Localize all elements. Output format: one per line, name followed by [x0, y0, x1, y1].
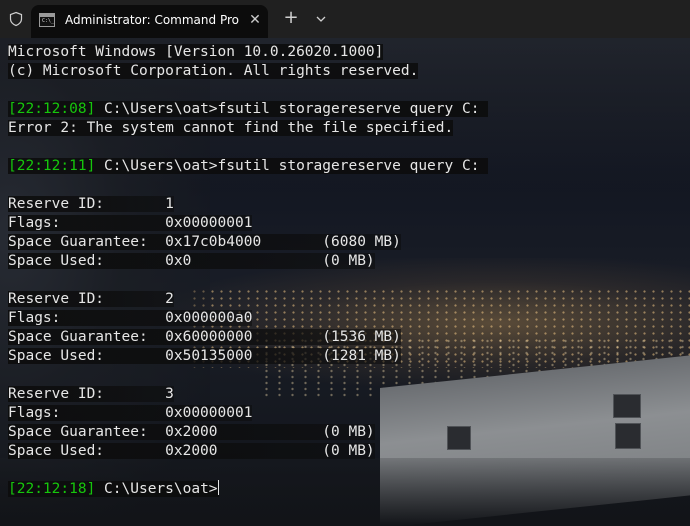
- used-label: Space Used:: [8, 253, 166, 269]
- header-line: (c) Microsoft Corporation. All rights re…: [8, 63, 419, 79]
- reserve-line: Space Guarantee: 0x17c0b4000 (6080 MB): [8, 233, 688, 252]
- reserve-line: Reserve ID: 2: [8, 290, 688, 309]
- reserve-id-label: Reserve ID:: [8, 196, 166, 212]
- command-prompt: C:\Users\oat>fsutil storagereserve query…: [95, 158, 480, 174]
- flags-label: Flags:: [8, 215, 166, 231]
- error-output: Error 2: The system cannot find the file…: [8, 120, 454, 136]
- guarantee-mb: (1536 MB): [322, 329, 401, 345]
- reserve-id-label: Reserve ID:: [8, 291, 166, 307]
- reserve-line: Space Guarantee: 0x60000000 (1536 MB): [8, 328, 688, 347]
- used-value: 0x2000: [165, 443, 323, 459]
- guarantee-value: 0x17c0b4000: [165, 234, 323, 250]
- terminal-line: [22:12:08] C:\Users\oat>fsutil storagere…: [8, 100, 688, 119]
- terminal-line: [22:12:18] C:\Users\oat>: [8, 480, 688, 499]
- command-prompt: C:\Users\oat>fsutil storagereserve query…: [95, 101, 480, 117]
- reserve-line: Space Used: 0x50135000 (1281 MB): [8, 347, 688, 366]
- flags-label: Flags:: [8, 405, 166, 421]
- used-mb: (0 MB): [322, 253, 375, 269]
- terminal-line: (c) Microsoft Corporation. All rights re…: [8, 62, 688, 81]
- reserve-id-value: 2: [165, 291, 174, 307]
- command-timestamp: [22:12:08]: [8, 101, 96, 117]
- used-value: 0x0: [165, 253, 323, 269]
- close-icon[interactable]: ✕: [248, 12, 262, 28]
- reserve-line: Reserve ID: 1: [8, 195, 688, 214]
- command-prompt: C:\Users\oat>: [95, 481, 218, 497]
- terminal-output[interactable]: Microsoft Windows [Version 10.0.26020.10…: [8, 43, 688, 499]
- tab-command-prompt[interactable]: C:\_ Administrator: Command Pro ✕: [31, 5, 268, 38]
- guarantee-mb: (6080 MB): [322, 234, 401, 250]
- flags-value: 0x00000001: [165, 405, 253, 421]
- terminal-line: [22:12:11] C:\Users\oat>fsutil storagere…: [8, 157, 688, 176]
- shield-icon: [9, 11, 23, 27]
- text-cursor: [217, 480, 219, 495]
- chevron-down-icon[interactable]: [311, 9, 331, 29]
- reserve-id-label: Reserve ID:: [8, 386, 166, 402]
- guarantee-value: 0x60000000: [165, 329, 323, 345]
- used-value: 0x50135000: [165, 348, 323, 364]
- used-mb: (1281 MB): [322, 348, 401, 364]
- command-timestamp: [22:12:18]: [8, 481, 96, 497]
- command-timestamp: [22:12:11]: [8, 158, 96, 174]
- used-mb: (0 MB): [322, 443, 375, 459]
- guarantee-value: 0x2000: [165, 424, 323, 440]
- guarantee-label: Space Guarantee:: [8, 234, 166, 250]
- reserve-line: Flags: 0x000000a0: [8, 309, 688, 328]
- used-label: Space Used:: [8, 348, 166, 364]
- title-bar: C:\_ Administrator: Command Pro ✕ +: [0, 0, 690, 38]
- used-label: Space Used:: [8, 443, 166, 459]
- plus-icon[interactable]: +: [281, 8, 301, 28]
- reserve-id-value: 3: [165, 386, 174, 402]
- flags-value: 0x000000a0: [165, 310, 253, 326]
- header-line: Microsoft Windows [Version 10.0.26020.10…: [8, 44, 384, 60]
- terminal-line: Error 2: The system cannot find the file…: [8, 119, 688, 138]
- terminal-line: Microsoft Windows [Version 10.0.26020.10…: [8, 43, 688, 62]
- reserve-line: Flags: 0x00000001: [8, 404, 688, 423]
- reserve-line: Space Used: 0x2000 (0 MB): [8, 442, 688, 461]
- guarantee-label: Space Guarantee:: [8, 424, 166, 440]
- reserve-id-value: 1: [165, 196, 174, 212]
- reserve-line: Space Used: 0x0 (0 MB): [8, 252, 688, 271]
- reserve-line: Reserve ID: 3: [8, 385, 688, 404]
- tab-title: Administrator: Command Pro: [65, 13, 239, 27]
- flags-value: 0x00000001: [165, 215, 253, 231]
- guarantee-mb: (0 MB): [322, 424, 375, 440]
- reserve-line: Space Guarantee: 0x2000 (0 MB): [8, 423, 688, 442]
- guarantee-label: Space Guarantee:: [8, 329, 166, 345]
- flags-label: Flags:: [8, 310, 166, 326]
- terminal-icon: C:\_: [39, 13, 55, 27]
- reserve-line: Flags: 0x00000001: [8, 214, 688, 233]
